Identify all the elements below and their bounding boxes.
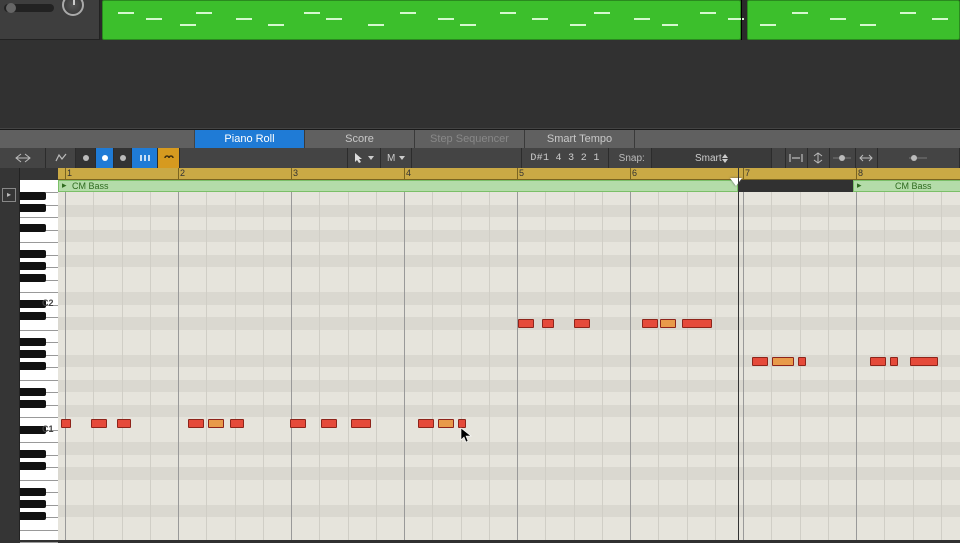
- bar-number: 1: [67, 168, 72, 178]
- midi-note[interactable]: [518, 319, 534, 328]
- piano-roll-editor: ▸ C2 C1 1 2 3 4 5 6 7 8 ▸ CM Bass ▸ CM Bass: [0, 168, 960, 540]
- midi-note[interactable]: [91, 419, 107, 428]
- snap-label: Snap:: [609, 148, 652, 168]
- midi-note[interactable]: [870, 357, 886, 366]
- local-inspector-toggle[interactable]: [0, 148, 46, 168]
- midi-note[interactable]: [438, 419, 454, 428]
- region-end-handle[interactable]: [730, 178, 742, 186]
- arrange-playhead[interactable]: [741, 0, 742, 40]
- pointer-tool-menu[interactable]: [348, 148, 381, 168]
- region-header[interactable]: ▸ CM Bass ▸ CM Bass: [58, 180, 960, 192]
- midi-note[interactable]: [290, 419, 306, 428]
- vertical-zoom-toggle[interactable]: [808, 148, 830, 168]
- midi-note[interactable]: [321, 419, 337, 428]
- bar-number: 4: [406, 168, 411, 178]
- midi-note[interactable]: [910, 357, 938, 366]
- bar-number: 6: [632, 168, 637, 178]
- view-menu-button[interactable]: [76, 148, 96, 168]
- track-pan-knob[interactable]: [62, 0, 84, 16]
- midi-note[interactable]: [890, 357, 898, 366]
- arrange-strip: [0, 0, 960, 128]
- region-loop-icon: ▸: [857, 180, 862, 191]
- snap-mode-select[interactable]: Smart: [652, 148, 772, 168]
- midi-note[interactable]: [458, 419, 466, 428]
- horizontal-zoom-toggle[interactable]: [856, 148, 878, 168]
- editor-toolbar: M D#1 4 3 2 1 Snap: Smart: [0, 148, 960, 168]
- track-header: [0, 0, 100, 40]
- bar-ruler[interactable]: 1 2 3 4 5 6 7 8: [58, 168, 960, 180]
- tab-score[interactable]: Score: [305, 130, 415, 148]
- editor-playhead[interactable]: [738, 168, 739, 540]
- vertical-zoom-slider[interactable]: [830, 148, 856, 168]
- track-volume-slider[interactable]: [4, 4, 54, 12]
- piano-keyboard[interactable]: C2 C1: [20, 168, 58, 540]
- region-bar[interactable]: [58, 180, 738, 192]
- midi-note[interactable]: [351, 419, 371, 428]
- tab-piano-roll[interactable]: Piano Roll: [195, 130, 305, 148]
- lane-area[interactable]: [58, 192, 960, 540]
- midi-note[interactable]: [542, 319, 554, 328]
- region-name: CM Bass: [895, 180, 932, 192]
- midi-in-toggle[interactable]: [114, 148, 132, 168]
- editor-tabbar: Piano Roll Score Step Sequencer Smart Te…: [0, 130, 960, 148]
- bar-number: 7: [745, 168, 750, 178]
- midi-note[interactable]: [574, 319, 590, 328]
- midi-note[interactable]: [682, 319, 712, 328]
- quantize-menu[interactable]: M: [381, 148, 412, 168]
- zoom-fit-button[interactable]: [786, 148, 808, 168]
- key-label: C1: [42, 424, 54, 434]
- key-label: C2: [42, 298, 54, 308]
- midi-note[interactable]: [418, 419, 434, 428]
- midi-note[interactable]: [188, 419, 204, 428]
- note-info-display: D#1 4 3 2 1: [522, 148, 608, 168]
- catch-playhead-toggle[interactable]: [96, 148, 114, 168]
- bar-number: 3: [293, 168, 298, 178]
- region-name: CM Bass: [72, 180, 109, 192]
- arrange-clip[interactable]: [102, 0, 741, 40]
- midi-note[interactable]: [772, 357, 794, 366]
- bar-number: 8: [858, 168, 863, 178]
- midi-note[interactable]: [642, 319, 658, 328]
- arrange-clip[interactable]: [747, 0, 960, 40]
- bar-number: 5: [519, 168, 524, 178]
- midi-note[interactable]: [61, 419, 71, 428]
- inspector-toggle-icon[interactable]: ▸: [2, 188, 16, 202]
- note-grid[interactable]: 1 2 3 4 5 6 7 8 ▸ CM Bass ▸ CM Bass: [58, 168, 960, 540]
- midi-note[interactable]: [230, 419, 244, 428]
- midi-note[interactable]: [117, 419, 131, 428]
- region-loop-icon: ▸: [62, 180, 67, 191]
- midi-note[interactable]: [208, 419, 224, 428]
- midi-out-toggle[interactable]: [132, 148, 158, 168]
- midi-note[interactable]: [798, 357, 806, 366]
- link-button[interactable]: [158, 148, 180, 168]
- left-gutter: ▸: [0, 168, 20, 540]
- midi-draw-toggle[interactable]: [46, 148, 76, 168]
- bar-number: 2: [180, 168, 185, 178]
- midi-note[interactable]: [660, 319, 676, 328]
- tab-step-sequencer[interactable]: Step Sequencer: [415, 130, 525, 148]
- horizontal-zoom-slider[interactable]: [878, 148, 960, 168]
- midi-note[interactable]: [752, 357, 768, 366]
- arrange-region-lane[interactable]: [100, 0, 960, 40]
- tab-smart-tempo[interactable]: Smart Tempo: [525, 130, 635, 148]
